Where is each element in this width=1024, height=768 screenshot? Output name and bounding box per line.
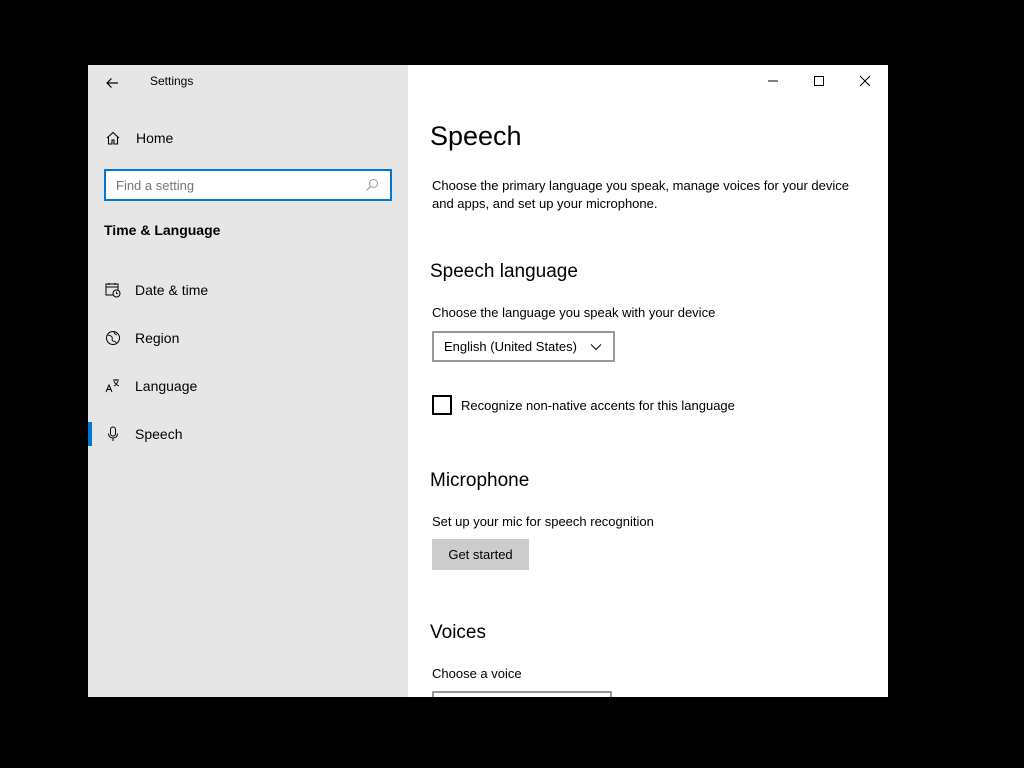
content-pane: Speech Choose the primary language you s… [430, 65, 870, 697]
non-native-accents-option[interactable]: Recognize non-native accents for this la… [432, 395, 735, 415]
language-icon [104, 377, 122, 395]
get-started-button[interactable]: Get started [432, 539, 529, 570]
home-icon [104, 129, 122, 147]
microphone-heading: Microphone [430, 470, 530, 491]
navigation-pane: Settings Home Time & Language [88, 65, 408, 697]
sidebar-item-region[interactable]: Region [88, 320, 408, 356]
voices-label: Choose a voice [432, 666, 522, 681]
speech-language-heading: Speech language [430, 261, 578, 282]
calendar-clock-icon [104, 281, 122, 299]
chevron-down-icon [589, 340, 603, 354]
speech-language-label: Choose the language you speak with your … [432, 305, 716, 320]
home-link[interactable]: Home [104, 125, 173, 151]
speech-language-dropdown[interactable]: English (United States) [432, 331, 615, 362]
back-button[interactable] [98, 69, 126, 97]
globe-icon [104, 329, 122, 347]
microphone-icon [104, 425, 122, 443]
non-native-accents-checkbox[interactable] [432, 395, 452, 415]
search-input[interactable] [116, 177, 364, 193]
voice-dropdown[interactable] [432, 691, 612, 697]
sidebar-item-speech[interactable]: Speech [88, 416, 408, 452]
home-label: Home [136, 130, 174, 146]
page-title: Speech [430, 121, 522, 151]
settings-window: Settings Home Time & Language [88, 65, 888, 697]
sidebar-item-language[interactable]: Language [88, 368, 408, 404]
sidebar-item-label: Speech [135, 426, 183, 442]
sidebar-item-label: Date & time [135, 282, 209, 298]
sidebar-item-label: Language [135, 378, 198, 394]
checkbox-label: Recognize non-native accents for this la… [461, 397, 735, 413]
search-box[interactable] [104, 169, 392, 201]
sidebar-item-label: Region [135, 330, 180, 346]
dropdown-value: English (United States) [444, 339, 577, 354]
back-arrow-icon [106, 78, 118, 88]
page-description: Choose the primary language you speak, m… [432, 178, 849, 211]
microphone-label: Set up your mic for speech recognition [432, 514, 654, 529]
sidebar-item-date-time[interactable]: Date & time [88, 272, 408, 308]
app-title: Settings [150, 74, 194, 88]
search-icon[interactable] [364, 177, 380, 193]
section-title: Time & Language [104, 222, 221, 238]
voices-heading: Voices [430, 622, 486, 643]
